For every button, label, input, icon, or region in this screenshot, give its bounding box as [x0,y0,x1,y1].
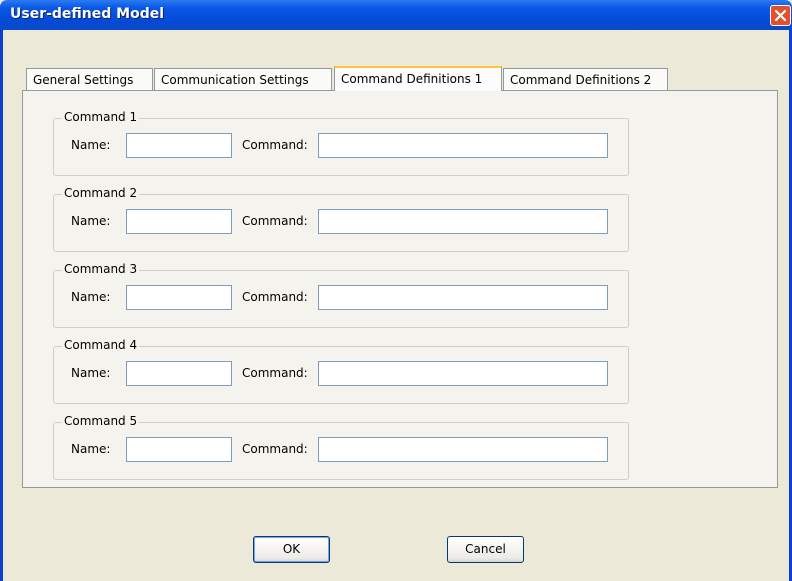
command-label: Command: [242,214,308,228]
cancel-button[interactable]: Cancel [447,536,524,563]
group-legend: Command 3 [62,262,140,276]
command-3-name-input[interactable] [126,285,232,310]
tab-communication-settings[interactable]: Communication Settings [154,68,332,90]
command-label: Command: [242,290,308,304]
tab-command-definitions-2[interactable]: Command Definitions 2 [503,68,668,90]
name-label: Name: [71,290,111,304]
tab-label: Command Definitions 2 [510,73,652,87]
command-group-1: Command 1 Name: Command: [53,110,629,176]
group-legend: Command 1 [62,110,140,124]
command-5-command-input[interactable] [318,437,608,462]
command-4-name-input[interactable] [126,361,232,386]
tab-label: Communication Settings [161,73,309,87]
title-bar[interactable]: User-defined Model [0,0,792,30]
command-4-command-input[interactable] [318,361,608,386]
command-group-3: Command 3 Name: Command: [53,262,629,328]
command-2-name-input[interactable] [126,209,232,234]
name-label: Name: [71,442,111,456]
tab-command-definitions-1[interactable]: Command Definitions 1 [334,66,502,91]
command-5-name-input[interactable] [126,437,232,462]
command-3-command-input[interactable] [318,285,608,310]
tab-general-settings[interactable]: General Settings [26,68,153,90]
command-label: Command: [242,366,308,380]
name-label: Name: [71,214,111,228]
ok-button[interactable]: OK [253,536,330,563]
command-1-name-input[interactable] [126,133,232,158]
command-2-command-input[interactable] [318,209,608,234]
name-label: Name: [71,366,111,380]
window-title: User-defined Model [10,6,165,22]
name-label: Name: [71,138,111,152]
command-label: Command: [242,138,308,152]
window-frame-left [0,30,3,581]
close-icon [775,10,786,21]
tab-panel: Command 1 Name: Command: Command 2 Name:… [22,90,778,488]
dialog-window: User-defined Model General Settings Comm… [0,0,792,581]
tab-label: General Settings [33,73,134,87]
group-legend: Command 2 [62,186,140,200]
command-group-5: Command 5 Name: Command: [53,414,629,480]
tab-label: Command Definitions 1 [341,72,483,86]
close-button[interactable] [770,5,791,26]
group-legend: Command 4 [62,338,140,352]
command-1-command-input[interactable] [318,133,608,158]
command-group-2: Command 2 Name: Command: [53,186,629,252]
group-legend: Command 5 [62,414,140,428]
command-group-4: Command 4 Name: Command: [53,338,629,404]
command-label: Command: [242,442,308,456]
